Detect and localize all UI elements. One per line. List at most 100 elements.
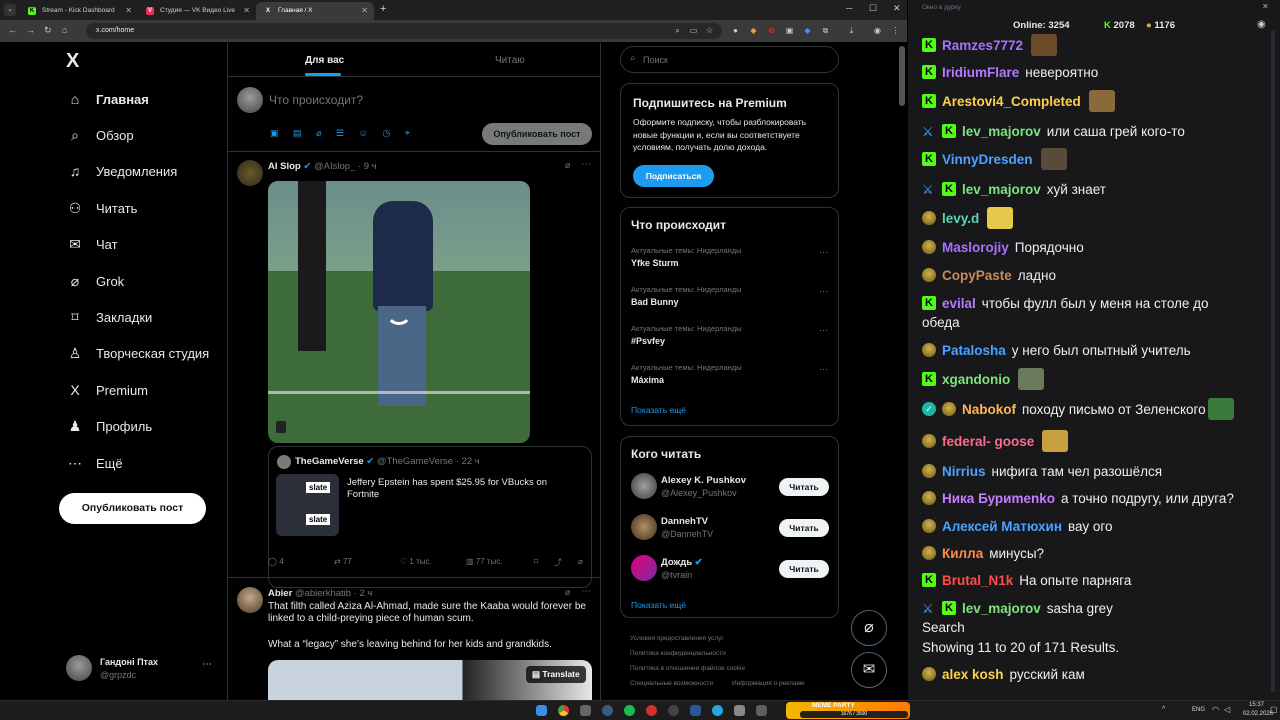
tab-following[interactable]: Читаю <box>495 55 525 66</box>
clock-time[interactable]: 15:37 <box>1249 702 1264 708</box>
close-tab-icon[interactable]: ✕ <box>125 6 132 15</box>
steam-icon[interactable] <box>602 705 613 716</box>
follow-button[interactable]: Читать <box>779 560 829 578</box>
chat-close-icon[interactable]: ✕ <box>1262 2 1269 11</box>
close-tab-icon[interactable]: ✕ <box>243 6 250 15</box>
tweet-image[interactable]: ▤ Translate <box>268 660 592 703</box>
chat-username[interactable]: IridiumFlare <box>942 65 1019 80</box>
media-icon[interactable]: ▣ <box>270 128 279 138</box>
extension-4-icon[interactable]: ▣ <box>784 25 795 36</box>
poll-icon[interactable]: ☰ <box>336 128 344 138</box>
avatar[interactable] <box>631 555 657 581</box>
grok-icon[interactable]: ⌀ <box>316 128 321 138</box>
chat-settings-icon[interactable]: ◉ <box>1257 19 1266 30</box>
translate-button[interactable]: ▤ Translate <box>526 666 586 683</box>
retweet-button[interactable]: ⇄ 77 <box>334 557 352 566</box>
wifi-icon[interactable]: ◠ <box>1212 705 1219 714</box>
zoom-icon[interactable]: ⌕ <box>672 25 683 36</box>
close-window-icon[interactable]: ✕ <box>893 3 901 14</box>
emoji-icon[interactable]: ☺ <box>359 128 368 138</box>
chat-username[interactable]: Ника Буриmenko <box>942 491 1055 506</box>
obs-icon[interactable] <box>668 705 679 716</box>
gif-icon[interactable]: ▤ <box>293 128 302 138</box>
tab-for-you[interactable]: Для вас <box>305 55 344 66</box>
bookmark-icon[interactable]: ⌑ <box>534 557 538 566</box>
follow-name[interactable]: Alexey K. Pushkov <box>661 475 746 486</box>
new-tab-button[interactable]: + <box>380 3 386 15</box>
chat-username[interactable]: Алексей Матюхин <box>942 519 1062 534</box>
back-icon[interactable]: ← <box>8 25 17 35</box>
nav-item-6[interactable]: ⌑ Закладки <box>66 306 152 328</box>
chat-username[interactable]: lev_majorov <box>962 601 1041 616</box>
more-icon[interactable]: ⋯ <box>581 586 591 597</box>
views-button[interactable]: ▥ 77 тыс. <box>466 557 503 566</box>
chrome-icon[interactable] <box>558 705 569 716</box>
grok-icon[interactable]: ⌀ <box>578 557 583 566</box>
schedule-icon[interactable]: ◷ <box>382 128 390 138</box>
chat-username[interactable]: lev_majorov <box>962 182 1041 197</box>
reply-button[interactable]: ◯ 4 <box>268 557 284 566</box>
follow-name[interactable]: DannehTV <box>661 516 708 527</box>
trends-show-more[interactable]: Показать ещё <box>631 405 686 415</box>
compose-post-button[interactable]: Опубликовать пост <box>482 123 592 145</box>
chat-username[interactable]: VinnyDresden <box>942 152 1033 167</box>
quote-tweet[interactable]: TheGameVerse ✔ @TheGameVerse · 22 ч slat… <box>268 446 592 588</box>
chat-username[interactable]: levy.d <box>942 211 979 226</box>
avatar[interactable] <box>237 160 263 186</box>
chat-username[interactable]: federal- goose <box>942 434 1034 449</box>
chat-username[interactable]: lev_majorov <box>962 124 1041 139</box>
close-tab-icon[interactable]: ✕ <box>361 6 368 15</box>
location-icon[interactable]: ⌖ <box>405 128 410 138</box>
forward-icon[interactable]: → <box>26 25 35 35</box>
maximize-icon[interactable]: ☐ <box>869 3 877 14</box>
minimize-icon[interactable]: ─ <box>846 3 852 13</box>
extension-5-icon[interactable]: ◆ <box>802 25 813 36</box>
url-input[interactable]: x.com/home <box>86 23 722 39</box>
grok-icon[interactable]: ⌀ <box>565 160 570 171</box>
subscribe-button[interactable]: Подписаться <box>633 165 714 187</box>
star-icon[interactable]: ☆ <box>704 25 715 36</box>
app-icon[interactable] <box>756 705 767 716</box>
telegram-icon[interactable] <box>712 705 723 716</box>
nav-item-9[interactable]: ♟ Профиль <box>66 415 152 437</box>
chat-username[interactable]: evilal <box>942 296 976 311</box>
nav-item-8[interactable]: X Premium <box>66 379 148 401</box>
grok-float-button[interactable]: ⌀ <box>851 610 887 646</box>
home-icon[interactable]: ⌂ <box>62 25 67 35</box>
follow-button[interactable]: Читать <box>779 519 829 537</box>
extension-1-icon[interactable]: ● <box>730 25 741 36</box>
avatar[interactable] <box>237 587 263 613</box>
chat-username[interactable]: xgandonio <box>942 372 1010 387</box>
more-icon[interactable]: ⋯ <box>819 247 828 258</box>
nav-item-2[interactable]: ♫ Уведомления <box>66 160 178 182</box>
chat-username[interactable]: Nirrius <box>942 464 986 479</box>
footer-cookies[interactable]: Политика в отношении файлов cookie <box>630 665 745 672</box>
chat-username[interactable]: CopyPaste <box>942 268 1012 283</box>
extension-3-icon[interactable]: ⊖ <box>766 25 777 36</box>
browser-tab-x[interactable]: X Главная / X ✕ <box>256 2 374 20</box>
avatar[interactable] <box>631 514 657 540</box>
reload-icon[interactable]: ↻ <box>44 25 52 36</box>
post-button[interactable]: Опубликовать пост <box>59 493 206 524</box>
meme-party-widget[interactable]: MEME PARTY 1676 / 3500 <box>786 702 910 719</box>
nav-item-3[interactable]: ⚇ Читать <box>66 197 138 219</box>
chat-username[interactable]: Nabokof <box>962 402 1016 417</box>
more-icon[interactable]: ⋯ <box>202 659 212 670</box>
cast-icon[interactable]: ▭ <box>688 25 699 36</box>
windows-start-icon[interactable] <box>536 705 547 716</box>
app-icon[interactable] <box>734 705 745 716</box>
trend-item[interactable]: #Psvfey <box>631 336 665 346</box>
chat-username[interactable]: Patalosha <box>942 343 1006 358</box>
more-icon[interactable]: ⋯ <box>819 364 828 375</box>
notification-icon[interactable]: ▢ <box>1270 705 1278 714</box>
footer-terms[interactable]: Условия предоставления услуг <box>630 635 724 642</box>
trend-item[interactable]: Yfke Sturm <box>631 258 679 268</box>
clock-date[interactable]: 02.02.2026 <box>1243 711 1273 717</box>
tweet-video[interactable] <box>268 181 530 443</box>
trend-item[interactable]: Bad Bunny <box>631 297 679 307</box>
more-icon[interactable]: ⋯ <box>581 159 591 170</box>
chat-username[interactable]: alex kosh <box>942 667 1004 682</box>
nav-item-7[interactable]: ♙ Творческая студия <box>66 342 210 364</box>
footer-privacy[interactable]: Политика конфиденциальности <box>630 650 726 657</box>
account-switcher[interactable]: Гандоні Птах @grpzdc ⋯ <box>66 655 216 683</box>
